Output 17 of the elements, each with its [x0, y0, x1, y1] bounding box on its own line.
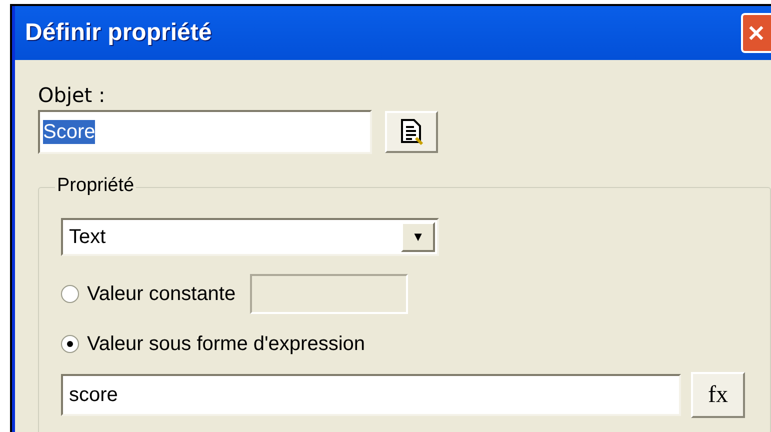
object-label: Objet : [38, 84, 106, 106]
radio-button[interactable] [61, 285, 79, 303]
constant-field[interactable] [250, 274, 408, 314]
close-button[interactable]: ✕ [741, 13, 771, 53]
dropdown-value: Text [69, 225, 106, 250]
property-dropdown[interactable]: Text ▼ [61, 218, 439, 256]
document-icon [398, 118, 424, 146]
radio-button[interactable] [61, 335, 79, 353]
expression-field[interactable]: score [61, 374, 681, 416]
object-field[interactable]: Score [38, 110, 372, 154]
function-button[interactable]: fx [691, 372, 745, 418]
object-value: Score [43, 120, 96, 144]
window-title: Définir propriété [25, 18, 212, 48]
browse-button[interactable] [385, 111, 438, 153]
radio-label: Valeur sous forme d'expression [87, 332, 366, 357]
radio-label: Valeur constante [87, 282, 236, 307]
group-legend: Propriété [55, 174, 136, 198]
